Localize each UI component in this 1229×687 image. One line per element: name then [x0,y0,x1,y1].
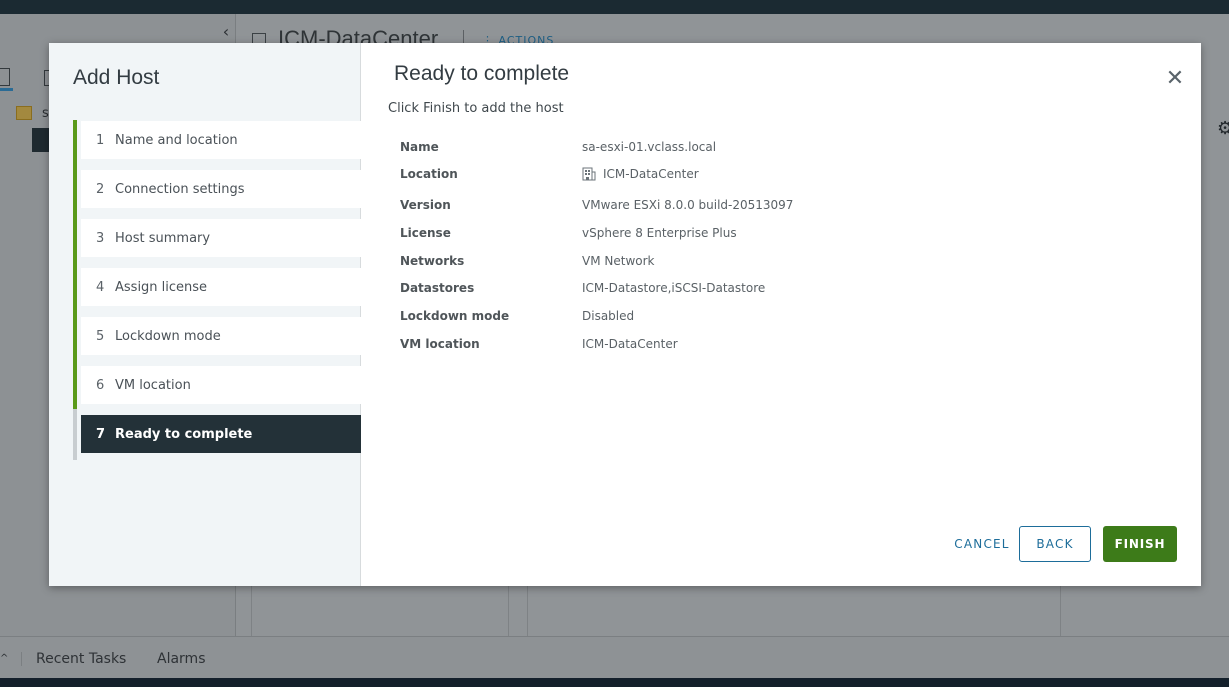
summary-label: Datastores [400,281,475,295]
summary-value: ICM-Datastore,iSCSI-Datastore [582,281,765,295]
summary-label: License [400,226,451,240]
add-host-dialog: Add Host 1 Name and location 2 Connectio… [49,43,1201,586]
summary-row-version: Version VMware ESXi 8.0.0 build-20513097 [400,198,1160,216]
wizard-step-name-location[interactable]: 1 Name and location [81,121,361,159]
summary-row-lockdown-mode: Lockdown mode Disabled [400,309,1160,327]
top-header-bar [0,0,1229,14]
summary-value-text: ICM-DataCenter [582,337,678,351]
collapse-panel-icon[interactable]: ‹ [218,22,234,42]
summary-value-text: vSphere 8 Enterprise Plus [582,226,737,240]
dialog-title: Add Host [73,66,160,89]
summary-value: sa-esxi-01.vclass.local [582,140,716,154]
summary-label: Networks [400,254,465,268]
summary-value: ICM-DataCenter [582,167,699,181]
cancel-button[interactable]: CANCEL [932,533,1032,555]
step-label: Name and location [115,132,238,148]
background-card [527,585,1061,637]
step-number: 2 [96,181,105,197]
tree-item-selected[interactable] [32,128,50,152]
wizard-steps: 1 Name and location 2 Connection setting… [73,120,361,460]
tree-item-label[interactable]: s [42,106,49,121]
back-button[interactable]: BACK [1019,526,1091,562]
vcenter-icon [16,106,32,120]
summary-value-text: VMware ESXi 8.0.0 build-20513097 [582,198,794,212]
step-number: 7 [96,426,106,442]
wizard-step-lockdown-mode[interactable]: 5 Lockdown mode [81,317,361,355]
wizard-sidebar: Add Host 1 Name and location 2 Connectio… [49,43,361,586]
summary-label: Lockdown mode [400,309,510,323]
summary-value: vSphere 8 Enterprise Plus [582,226,737,240]
summary-row-datastores: Datastores ICM-Datastore,iSCSI-Datastore [400,281,1160,299]
page-subtitle: Click Finish to add the host [388,101,564,116]
step-number: 1 [96,132,105,148]
step-label: Host summary [115,230,211,246]
close-icon[interactable]: ✕ [1165,67,1185,91]
summary-row-vm-location: VM location ICM-DataCenter [400,337,1160,355]
wizard-step-vm-location[interactable]: 6 VM location [81,366,361,404]
step-label: Lockdown mode [115,328,221,344]
summary-row-location: Location ICM-DataCenter [400,167,1160,185]
summary-value: ICM-DataCenter [582,337,678,351]
summary-row-name: Name sa-esxi-01.vclass.local [400,140,1160,158]
title-divider [463,30,464,44]
tab-recent-tasks[interactable]: Recent Tasks [36,651,126,667]
gear-icon[interactable]: ⚙ [1217,118,1229,139]
wizard-step-connection-settings[interactable]: 2 Connection settings [81,170,361,208]
step-label: Assign license [115,279,208,295]
summary-value-text: Disabled [582,309,635,323]
os-taskbar [0,678,1229,687]
summary-label: Location [400,167,458,181]
wizard-step-host-summary[interactable]: 3 Host summary [81,219,361,257]
wizard-step-assign-license[interactable]: 4 Assign license [81,268,361,306]
hosts-clusters-tab-icon[interactable] [0,68,10,86]
wizard-step-ready-to-complete[interactable]: 7 Ready to complete [81,415,361,453]
step-progress-completed [73,120,77,409]
summary-value-text: ICM-DataCenter [603,167,699,181]
summary-value: VM Network [582,254,654,268]
step-number: 4 [96,279,105,295]
summary-value-text: ICM-Datastore,iSCSI-Datastore [582,281,766,295]
finish-button[interactable]: FINISH [1103,526,1177,562]
step-number: 5 [96,328,105,344]
background-card [251,585,509,637]
step-label: Connection settings [115,181,245,197]
summary-value-text: VM Network [582,254,655,268]
step-number: 3 [96,230,105,246]
page-title: Ready to complete [394,62,570,85]
datacenter-icon [582,167,596,181]
summary-row-networks: Networks VM Network [400,254,1160,272]
active-tab-indicator [0,88,13,91]
step-label: Ready to complete [115,426,253,442]
summary-row-license: License vSphere 8 Enterprise Plus [400,226,1160,244]
summary-value: Disabled [582,309,634,323]
summary-value: VMware ESXi 8.0.0 build-20513097 [582,198,793,212]
step-number: 6 [96,377,105,393]
summary-label: Name [400,140,439,154]
summary-label: Version [400,198,451,212]
summary-value-text: sa-esxi-01.vclass.local [582,140,717,154]
step-label: VM location [115,377,191,393]
chevron-up-icon[interactable]: ^ [0,652,22,666]
tab-alarms[interactable]: Alarms [157,651,206,667]
summary-label: VM location [400,337,480,351]
